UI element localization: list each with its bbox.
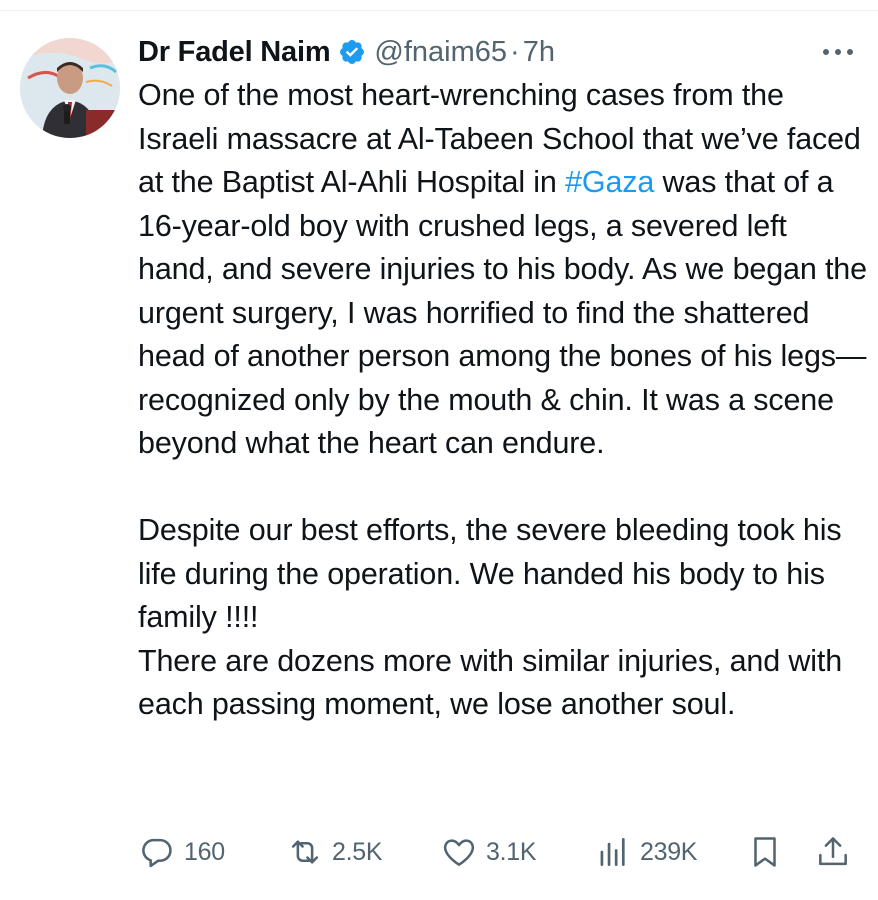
separator-dot: · [510,35,520,68]
avatar-photo [20,38,120,138]
share-button[interactable] [814,830,852,874]
views-button[interactable]: 239K [594,830,697,874]
more-icon[interactable] [818,38,858,66]
like-count: 3.1K [486,837,537,866]
like-icon [440,833,478,871]
tweet-body: Dr Fadel Naim @fnaim65 · 7h One of the m… [138,30,868,727]
reply-button[interactable]: 160 [138,830,225,874]
verified-badge-icon [338,38,366,66]
author-display-name[interactable]: Dr Fadel Naim [138,36,331,69]
avatar[interactable] [20,38,120,138]
author-handle[interactable]: @fnaim65 [374,36,507,69]
tweet-text-part: was that of a 16-year-old boy with crush… [138,165,867,460]
share-icon [814,833,852,871]
tweet-paragraph-3: There are dozens more with similar injur… [138,643,843,722]
reply-count: 160 [184,837,225,866]
repost-button[interactable]: 2.5K [286,830,383,874]
tweet-paragraph-2: Despite our best efforts, the severe ble… [138,513,842,634]
views-count: 239K [640,837,698,866]
top-divider [0,10,878,11]
views-icon [594,833,632,871]
tweet-text: One of the most heart-wrenching cases fr… [138,74,868,727]
repost-icon [286,833,324,871]
reply-icon [138,833,176,871]
hashtag-link[interactable]: #Gaza [565,165,654,199]
like-button[interactable]: 3.1K [440,830,537,874]
tweet-header: Dr Fadel Naim @fnaim65 · 7h [138,30,868,74]
bookmark-button[interactable] [746,830,784,874]
bookmark-icon [746,833,784,871]
tweet-actions: 160 2.5K 3.1K 239K [138,830,858,874]
tweet-paragraph-1: One of the most heart-wrenching cases fr… [138,74,868,466]
repost-count: 2.5K [332,837,383,866]
tweet-timestamp[interactable]: 7h [523,36,555,69]
